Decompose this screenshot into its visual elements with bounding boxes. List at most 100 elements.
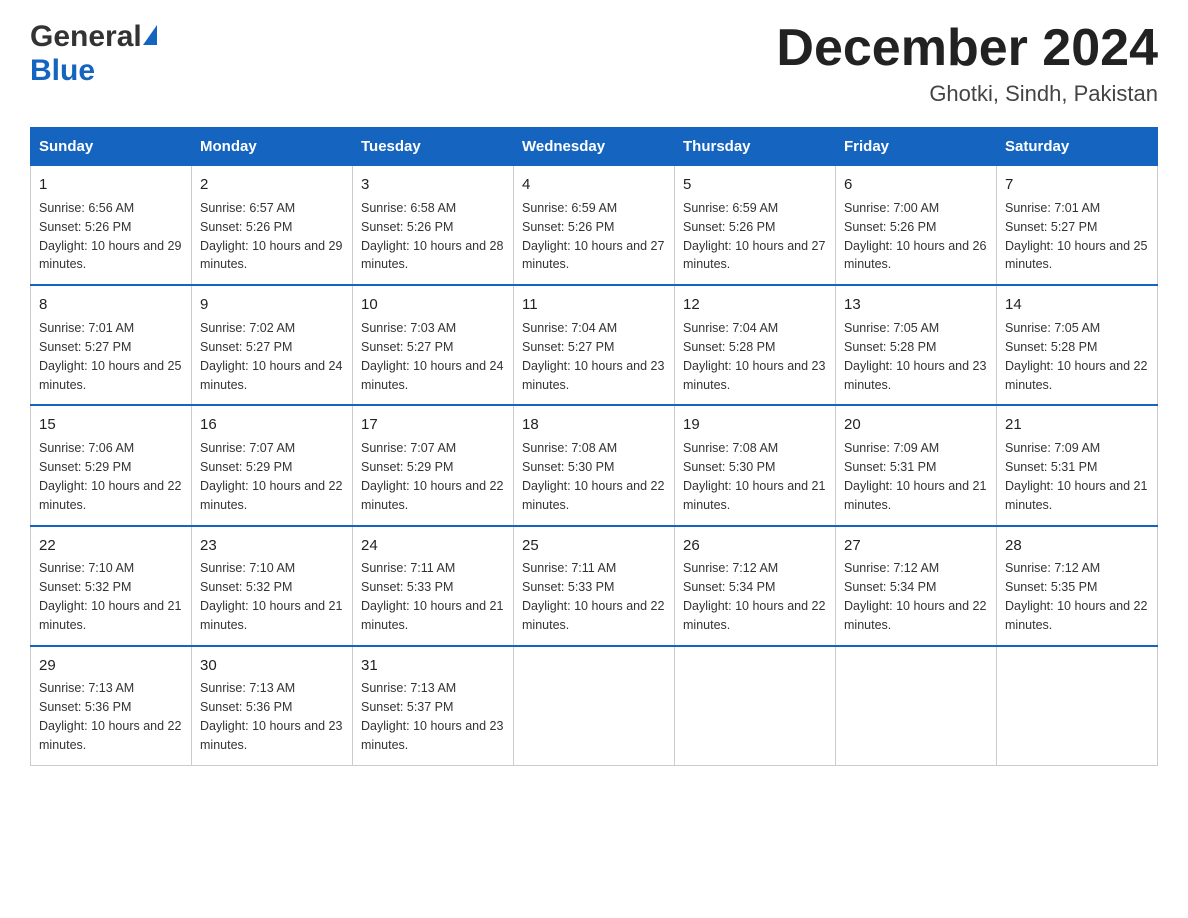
day-number: 9 [200, 294, 344, 316]
day-info: Sunrise: 7:05 AMSunset: 5:28 PMDaylight:… [1005, 321, 1147, 392]
calendar-cell: 8 Sunrise: 7:01 AMSunset: 5:27 PMDaylight… [31, 285, 192, 405]
day-info: Sunrise: 7:13 AMSunset: 5:37 PMDaylight:… [361, 681, 503, 752]
logo-arrow-icon [143, 25, 157, 45]
calendar-cell [514, 646, 675, 766]
day-number: 14 [1005, 294, 1149, 316]
week-row-2: 8 Sunrise: 7:01 AMSunset: 5:27 PMDaylight… [31, 285, 1158, 405]
day-info: Sunrise: 7:00 AMSunset: 5:26 PMDaylight:… [844, 201, 986, 272]
day-info: Sunrise: 7:10 AMSunset: 5:32 PMDaylight:… [200, 561, 342, 632]
header-saturday: Saturday [997, 128, 1158, 166]
calendar-cell: 30 Sunrise: 7:13 AMSunset: 5:36 PMDayligh… [192, 646, 353, 766]
day-info: Sunrise: 7:09 AMSunset: 5:31 PMDaylight:… [844, 441, 986, 512]
calendar-cell: 23 Sunrise: 7:10 AMSunset: 5:32 PMDayligh… [192, 526, 353, 646]
day-number: 8 [39, 294, 183, 316]
calendar-cell: 27Sunrise: 7:12 AMSunset: 5:34 PMDayligh… [836, 526, 997, 646]
month-title: December 2024 [776, 20, 1158, 77]
day-info: Sunrise: 7:12 AMSunset: 5:35 PMDaylight:… [1005, 561, 1147, 632]
calendar-cell: 9 Sunrise: 7:02 AMSunset: 5:27 PMDaylight… [192, 285, 353, 405]
day-info: Sunrise: 7:12 AMSunset: 5:34 PMDaylight:… [844, 561, 986, 632]
day-number: 15 [39, 414, 183, 436]
day-number: 29 [39, 655, 183, 677]
day-number: 12 [683, 294, 827, 316]
calendar-cell: 24 Sunrise: 7:11 AMSunset: 5:33 PMDayligh… [353, 526, 514, 646]
day-number: 20 [844, 414, 988, 436]
header-thursday: Thursday [675, 128, 836, 166]
logo-general-text: General [30, 20, 142, 54]
day-info: Sunrise: 7:01 AMSunset: 5:27 PMDaylight:… [1005, 201, 1147, 272]
calendar-cell [675, 646, 836, 766]
calendar-cell: 2 Sunrise: 6:57 AMSunset: 5:26 PMDaylight… [192, 166, 353, 286]
day-number: 23 [200, 535, 344, 557]
day-number: 31 [361, 655, 505, 677]
day-number: 28 [1005, 535, 1149, 557]
calendar-cell: 19 Sunrise: 7:08 AMSunset: 5:30 PMDayligh… [675, 405, 836, 525]
calendar-cell: 26 Sunrise: 7:12 AMSunset: 5:34 PMDayligh… [675, 526, 836, 646]
calendar-cell: 25 Sunrise: 7:11 AMSunset: 5:33 PMDayligh… [514, 526, 675, 646]
calendar-cell: 14 Sunrise: 7:05 AMSunset: 5:28 PMDayligh… [997, 285, 1158, 405]
day-info: Sunrise: 7:07 AMSunset: 5:29 PMDaylight:… [361, 441, 503, 512]
calendar-cell: 28 Sunrise: 7:12 AMSunset: 5:35 PMDayligh… [997, 526, 1158, 646]
calendar-cell: 15Sunrise: 7:06 AMSunset: 5:29 PMDayligh… [31, 405, 192, 525]
week-row-5: 29 Sunrise: 7:13 AMSunset: 5:36 PMDayligh… [31, 646, 1158, 766]
day-info: Sunrise: 7:12 AMSunset: 5:34 PMDaylight:… [683, 561, 825, 632]
day-number: 2 [200, 174, 344, 196]
calendar-cell: 4 Sunrise: 6:59 AMSunset: 5:26 PMDaylight… [514, 166, 675, 286]
week-row-1: 1Sunrise: 6:56 AMSunset: 5:26 PMDaylight… [31, 166, 1158, 286]
calendar-cell: 5Sunrise: 6:59 AMSunset: 5:26 PMDaylight… [675, 166, 836, 286]
calendar-cell: 18Sunrise: 7:08 AMSunset: 5:30 PMDayligh… [514, 405, 675, 525]
day-info: Sunrise: 6:58 AMSunset: 5:26 PMDaylight:… [361, 201, 503, 272]
day-info: Sunrise: 7:13 AMSunset: 5:36 PMDaylight:… [200, 681, 342, 752]
day-info: Sunrise: 7:07 AMSunset: 5:29 PMDaylight:… [200, 441, 342, 512]
day-number: 13 [844, 294, 988, 316]
week-row-4: 22 Sunrise: 7:10 AMSunset: 5:32 PMDayligh… [31, 526, 1158, 646]
calendar-cell [997, 646, 1158, 766]
day-number: 3 [361, 174, 505, 196]
calendar-cell: 17 Sunrise: 7:07 AMSunset: 5:29 PMDayligh… [353, 405, 514, 525]
day-info: Sunrise: 7:08 AMSunset: 5:30 PMDaylight:… [683, 441, 825, 512]
header-wednesday: Wednesday [514, 128, 675, 166]
day-number: 21 [1005, 414, 1149, 436]
header-sunday: Sunday [31, 128, 192, 166]
day-number: 22 [39, 535, 183, 557]
logo: General Blue [30, 20, 157, 88]
day-info: Sunrise: 7:01 AMSunset: 5:27 PMDaylight:… [39, 321, 181, 392]
day-number: 19 [683, 414, 827, 436]
calendar-cell [836, 646, 997, 766]
calendar-cell: 11Sunrise: 7:04 AMSunset: 5:27 PMDayligh… [514, 285, 675, 405]
calendar-cell: 20 Sunrise: 7:09 AMSunset: 5:31 PMDayligh… [836, 405, 997, 525]
day-info: Sunrise: 7:09 AMSunset: 5:31 PMDaylight:… [1005, 441, 1147, 512]
calendar-cell: 31 Sunrise: 7:13 AMSunset: 5:37 PMDayligh… [353, 646, 514, 766]
calendar-cell: 16Sunrise: 7:07 AMSunset: 5:29 PMDayligh… [192, 405, 353, 525]
day-info: Sunrise: 7:02 AMSunset: 5:27 PMDaylight:… [200, 321, 342, 392]
calendar-cell: 13Sunrise: 7:05 AMSunset: 5:28 PMDayligh… [836, 285, 997, 405]
title-section: December 2024 Ghotki, Sindh, Pakistan [776, 20, 1158, 107]
day-number: 30 [200, 655, 344, 677]
calendar-cell: 12 Sunrise: 7:04 AMSunset: 5:28 PMDayligh… [675, 285, 836, 405]
day-number: 17 [361, 414, 505, 436]
day-info: Sunrise: 7:04 AMSunset: 5:28 PMDaylight:… [683, 321, 825, 392]
calendar-header-row: SundayMondayTuesdayWednesdayThursdayFrid… [31, 128, 1158, 166]
day-number: 26 [683, 535, 827, 557]
day-info: Sunrise: 7:11 AMSunset: 5:33 PMDaylight:… [522, 561, 664, 632]
day-info: Sunrise: 6:57 AMSunset: 5:26 PMDaylight:… [200, 201, 342, 272]
week-row-3: 15Sunrise: 7:06 AMSunset: 5:29 PMDayligh… [31, 405, 1158, 525]
calendar-cell: 1Sunrise: 6:56 AMSunset: 5:26 PMDaylight… [31, 166, 192, 286]
calendar-cell: 10Sunrise: 7:03 AMSunset: 5:27 PMDayligh… [353, 285, 514, 405]
header-tuesday: Tuesday [353, 128, 514, 166]
day-number: 11 [522, 294, 666, 316]
day-number: 25 [522, 535, 666, 557]
logo-blue-text: Blue [30, 54, 95, 88]
day-info: Sunrise: 7:11 AMSunset: 5:33 PMDaylight:… [361, 561, 503, 632]
day-info: Sunrise: 6:59 AMSunset: 5:26 PMDaylight:… [522, 201, 664, 272]
calendar-cell: 7 Sunrise: 7:01 AMSunset: 5:27 PMDaylight… [997, 166, 1158, 286]
day-number: 7 [1005, 174, 1149, 196]
day-info: Sunrise: 6:56 AMSunset: 5:26 PMDaylight:… [39, 201, 181, 272]
day-number: 24 [361, 535, 505, 557]
day-number: 10 [361, 294, 505, 316]
day-number: 4 [522, 174, 666, 196]
location-label: Ghotki, Sindh, Pakistan [776, 81, 1158, 107]
calendar-cell: 6Sunrise: 7:00 AMSunset: 5:26 PMDaylight… [836, 166, 997, 286]
calendar-table: SundayMondayTuesdayWednesdayThursdayFrid… [30, 127, 1158, 766]
calendar-cell: 21 Sunrise: 7:09 AMSunset: 5:31 PMDayligh… [997, 405, 1158, 525]
day-info: Sunrise: 7:10 AMSunset: 5:32 PMDaylight:… [39, 561, 181, 632]
